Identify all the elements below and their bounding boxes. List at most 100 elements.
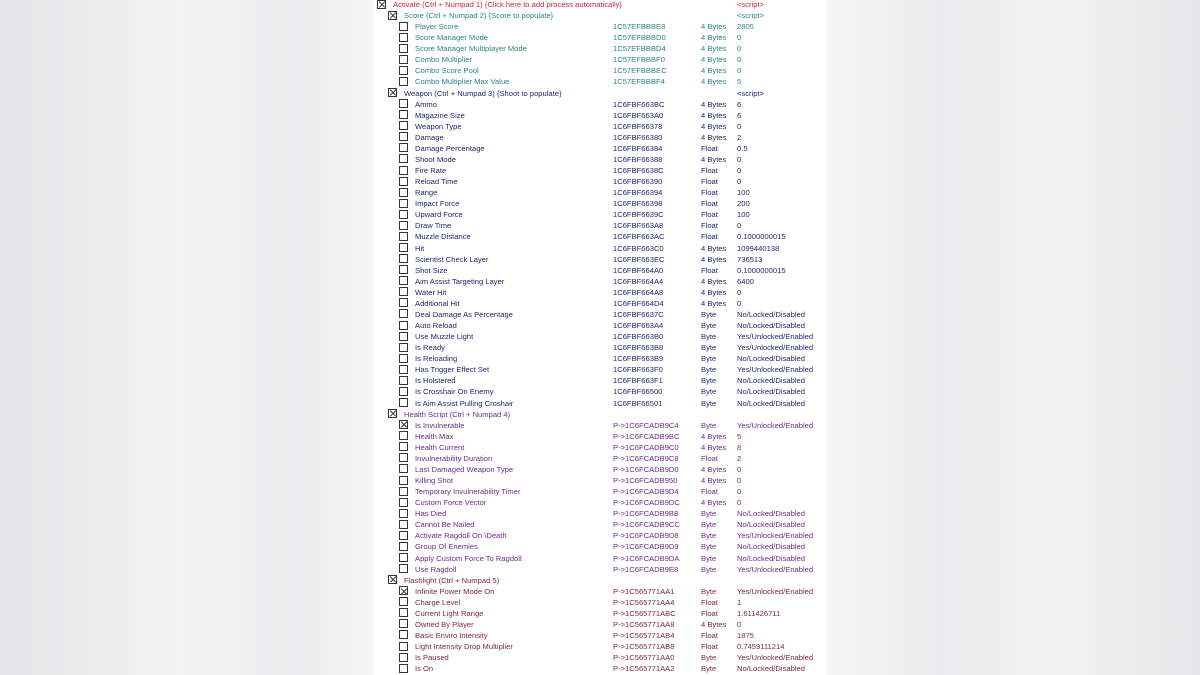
- activate-checkbox[interactable]: [399, 132, 408, 142]
- table-row[interactable]: Use Ragdoll P->1C6FCADB9E8 Byte Yes/Unlocke…: [375, 564, 825, 575]
- activate-checkbox[interactable]: [399, 564, 408, 574]
- activate-checkbox[interactable]: [399, 198, 408, 208]
- activate-checkbox[interactable]: [399, 21, 408, 31]
- activate-checkbox[interactable]: [399, 453, 408, 463]
- activate-checkbox[interactable]: [399, 464, 408, 474]
- activate-checkbox[interactable]: [399, 176, 408, 186]
- table-row[interactable]: Is On P->1C565771AA2 Byte No/Locked/Disable…: [375, 663, 825, 674]
- table-group-row[interactable]: Activate (Ctrl + Numpad 1) {Click here t…: [375, 0, 825, 10]
- activate-checkbox[interactable]: [399, 386, 408, 396]
- activate-checkbox[interactable]: [399, 65, 408, 75]
- table-row[interactable]: Scientist Check Layer 1C6FBF663EC 4 Bytes 7…: [375, 254, 825, 265]
- activate-checkbox[interactable]: [399, 320, 408, 330]
- table-row[interactable]: Activate Ragdoll On \Death P->1C6FCADB9D8…: [375, 530, 825, 541]
- activate-checkbox[interactable]: [399, 243, 408, 253]
- activate-checkbox[interactable]: [399, 187, 408, 197]
- table-row[interactable]: Temporary Invulnerability Timer P->1C6FCA…: [375, 486, 825, 497]
- table-row[interactable]: Is Ready 1C6FBF663B8 Byte Yes/Unlocked/Enab…: [375, 342, 825, 353]
- table-group-row[interactable]: Health Script (Ctrl + Numpad 4): [375, 409, 825, 420]
- table-row[interactable]: Magazine Size 1C6FBF663A0 4 Bytes 6: [375, 110, 825, 121]
- activate-checkbox[interactable]: [399, 54, 408, 64]
- table-row[interactable]: Apply Custom Force To Ragdoll P->1C6FCADB…: [375, 553, 825, 564]
- table-row[interactable]: Combo Multiplier Max Value 1C57EFBBBF4 4 B…: [375, 76, 825, 87]
- table-row[interactable]: Use Muzzle Light 1C6FBF663B0 Byte Yes/Unloc…: [375, 331, 825, 342]
- activate-checkbox[interactable]: [399, 364, 408, 374]
- activate-checkbox[interactable]: [399, 43, 408, 53]
- table-row[interactable]: Shot Size 1C6FBF664A0 Float 0.1000000015: [375, 265, 825, 276]
- table-row[interactable]: Player Score 1C57EFBBBE8 4 Bytes 2805: [375, 21, 825, 32]
- table-row[interactable]: Is Aim Assist Pulling Croshair 1C6FBF6650…: [375, 398, 825, 409]
- activate-checkbox[interactable]: [399, 641, 408, 651]
- activate-checkbox[interactable]: [399, 608, 408, 618]
- activate-checkbox[interactable]: [399, 619, 408, 629]
- table-row[interactable]: Additional Hit 1C6FBF664D4 4 Bytes 0: [375, 298, 825, 309]
- table-row[interactable]: Group Of Enemies P->1C6FCADB9D9 Byte No/Loc…: [375, 541, 825, 552]
- activate-checkbox[interactable]: [399, 475, 408, 485]
- activate-checkbox[interactable]: [388, 575, 397, 585]
- table-row[interactable]: Range 1C6FBF66394 Float 100: [375, 187, 825, 198]
- table-row[interactable]: Custom Force Vector P->1C6FCADB9DC 4 Bytes…: [375, 497, 825, 508]
- activate-checkbox[interactable]: [399, 254, 408, 264]
- table-row[interactable]: Basic Enviro Intensity P->1C565771AB4 Floa…: [375, 630, 825, 641]
- table-row[interactable]: Ammo 1C6FBF663BC 4 Bytes 6: [375, 99, 825, 110]
- table-row[interactable]: Is Holstered 1C6FBF663F1 Byte No/Locked/Dis…: [375, 375, 825, 386]
- table-row[interactable]: Score Manager Mode 1C57EFBBBD0 4 Bytes 0: [375, 32, 825, 43]
- table-row[interactable]: Impact Force 1C6FBF66398 Float 200: [375, 198, 825, 209]
- activate-checkbox[interactable]: [399, 99, 408, 109]
- activate-checkbox[interactable]: [399, 76, 408, 86]
- table-row[interactable]: Has Died P->1C6FCADB9B8 Byte No/Locked/Disa…: [375, 508, 825, 519]
- table-group-row[interactable]: Flashlight (Ctrl + Numpad 5): [375, 575, 825, 586]
- activate-checkbox[interactable]: [399, 165, 408, 175]
- activate-checkbox[interactable]: [399, 353, 408, 363]
- table-row[interactable]: Is Reloading 1C6FBF663B9 Byte No/Locked/Dis…: [375, 353, 825, 364]
- activate-checkbox[interactable]: [399, 331, 408, 341]
- table-row[interactable]: Muzzle Distance 1C6FBF663AC Float 0.1000000…: [375, 231, 825, 242]
- activate-checkbox[interactable]: [399, 630, 408, 640]
- activate-checkbox[interactable]: [399, 276, 408, 286]
- activate-checkbox[interactable]: [399, 342, 408, 352]
- table-row[interactable]: Weapon Type 1C6FBF66378 4 Bytes 0: [375, 121, 825, 132]
- table-row[interactable]: Score Manager Multiplayer Mode 1C57EFBBBD…: [375, 43, 825, 54]
- table-row[interactable]: Damage 1C6FBF66380 4 Bytes 2: [375, 132, 825, 143]
- activate-checkbox[interactable]: [399, 597, 408, 607]
- table-row[interactable]: Auto Reload 1C6FBF663A4 Byte No/Locked/Disa…: [375, 320, 825, 331]
- activate-checkbox[interactable]: [399, 519, 408, 529]
- table-row[interactable]: Last Damaged Weapon Type P->1C6FCADB9D0 4 …: [375, 464, 825, 475]
- table-group-row[interactable]: Score (Ctrl + Numpad 2) {Score to popula…: [375, 10, 825, 21]
- table-row[interactable]: Owned By Player P->1C565771AA8 4 Bytes 0: [375, 619, 825, 630]
- activate-checkbox[interactable]: [399, 121, 408, 131]
- table-group-row[interactable]: Weapon (Ctrl + Numpad 3) {Shoot to popul…: [375, 88, 825, 99]
- activate-checkbox[interactable]: [399, 398, 408, 408]
- table-row[interactable]: Hit 1C6FBF663C0 4 Bytes 1099440138: [375, 243, 825, 254]
- activate-checkbox[interactable]: [399, 652, 408, 662]
- activate-checkbox[interactable]: [399, 32, 408, 42]
- table-row[interactable]: Water Hit 1C6FBF664A8 4 Bytes 0: [375, 287, 825, 298]
- table-row[interactable]: Fire Rate 1C6FBF6638C Float 0: [375, 165, 825, 176]
- table-row[interactable]: Deal Damage As Percentage 1C6FBF6637C Byte…: [375, 309, 825, 320]
- table-row[interactable]: Shoot Mode 1C6FBF66388 4 Bytes 0: [375, 154, 825, 165]
- table-row[interactable]: Health Max P->1C6FCADB9BC 4 Bytes 5: [375, 431, 825, 442]
- table-row[interactable]: Draw Time 1C6FBF663A8 Float 0: [375, 220, 825, 231]
- table-row[interactable]: Combo Multiplier 1C57EFBBBF0 4 Bytes 0: [375, 54, 825, 65]
- activate-checkbox[interactable]: [399, 209, 408, 219]
- table-row[interactable]: Charge Level P->1C565771AA4 Float 1: [375, 597, 825, 608]
- activate-checkbox[interactable]: [399, 497, 408, 507]
- activate-checkbox[interactable]: [399, 431, 408, 441]
- activate-checkbox[interactable]: [399, 110, 408, 120]
- activate-checkbox[interactable]: [399, 586, 408, 596]
- table-row[interactable]: Upward Force 1C6FBF6639C Float 100: [375, 209, 825, 220]
- table-row[interactable]: Aim Assist Targeting Layer 1C6FBF664A4 4 B…: [375, 276, 825, 287]
- activate-checkbox[interactable]: [399, 375, 408, 385]
- activate-checkbox[interactable]: [399, 553, 408, 562]
- table-row[interactable]: Health Current P->1C6FCADB9C0 4 Bytes 8: [375, 442, 825, 453]
- activate-checkbox[interactable]: [399, 143, 408, 153]
- activate-checkbox[interactable]: [377, 0, 386, 9]
- activate-checkbox[interactable]: [399, 265, 408, 275]
- activate-checkbox[interactable]: [399, 309, 408, 319]
- table-row[interactable]: Light Intensity Drop Multiplier P->1C5657…: [375, 641, 825, 652]
- table-row[interactable]: Is Crosshair On Enemy 1C6FBF66500 Byte No/L…: [375, 386, 825, 397]
- table-row[interactable]: Invulnerability Duration P->1C6FCADB9C8 Fl…: [375, 453, 825, 464]
- activate-checkbox[interactable]: [399, 287, 408, 297]
- activate-checkbox[interactable]: [399, 541, 408, 551]
- activate-checkbox[interactable]: [399, 220, 408, 230]
